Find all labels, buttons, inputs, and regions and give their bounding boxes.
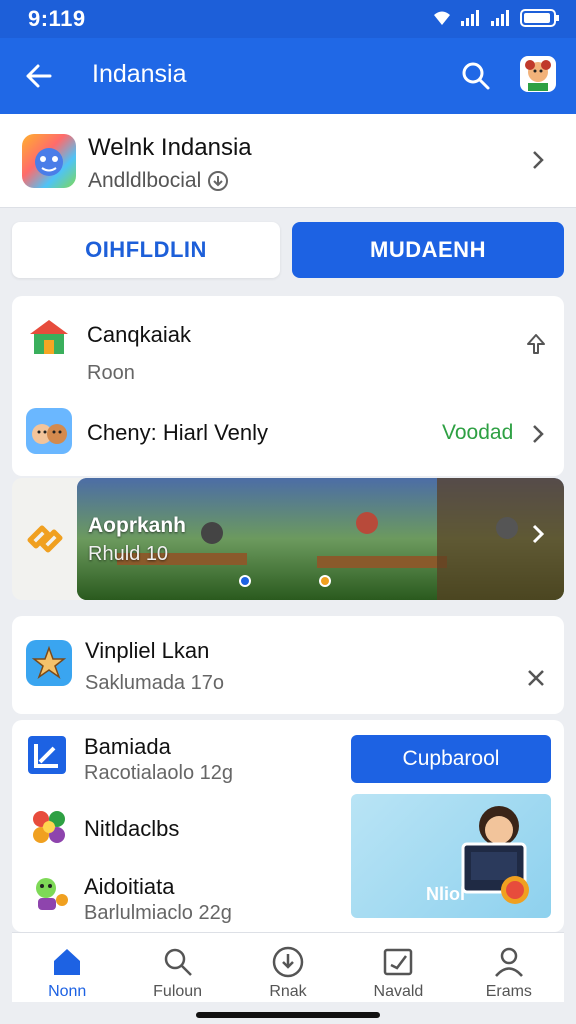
list-item-title: Aidoitiata <box>84 874 175 899</box>
star-badge-icon <box>26 640 72 686</box>
list-item-subtitle: Racotialaolo 12g <box>84 762 233 784</box>
nav-item-download[interactable]: Rnak <box>233 933 343 1002</box>
app-header-title: Welnk Indansia <box>88 134 252 161</box>
profile-icon <box>494 947 523 977</box>
status-bar: 9:119 <box>0 0 576 38</box>
banner-card[interactable] <box>12 478 564 600</box>
app-header-subtitle-text: Andldlbocial <box>88 169 202 192</box>
banner-image <box>77 478 564 600</box>
nav-item-search[interactable]: Fuloun <box>122 933 232 1002</box>
status-icons <box>432 8 560 28</box>
close-icon[interactable] <box>524 666 548 690</box>
edit-icon <box>384 948 413 976</box>
character-icon <box>26 870 72 916</box>
list-item-title: Nitldaclbs <box>84 816 180 841</box>
list-card-1: Canqkaiak Roon Cheny: Hiarl Venly Voodad <box>12 296 564 476</box>
nav-item-profile[interactable]: Erams <box>454 933 564 1002</box>
chevron-right-icon <box>533 151 544 169</box>
status-time: 9:119 <box>28 6 86 31</box>
nav-label: Nonn <box>48 983 87 1000</box>
wifi-icon <box>434 11 450 25</box>
download-circle-icon <box>208 171 229 191</box>
app-bar: Indansia <box>0 38 576 114</box>
app-header-subtitle: Andldlbocial <box>88 169 229 193</box>
home-indicator[interactable] <box>196 1012 380 1018</box>
search-icon <box>164 948 192 976</box>
chevron-right-icon[interactable] <box>526 422 550 446</box>
list-item-title: Bamiada <box>84 734 171 759</box>
chevron-right-icon[interactable] <box>526 522 550 546</box>
app-header-card[interactable]: Welnk Indansia Andldlbocial <box>0 114 576 208</box>
page-title: Indansia <box>92 60 187 88</box>
document-icon <box>28 736 66 774</box>
pin-icon[interactable] <box>524 332 548 356</box>
nav-item-edit[interactable]: Navald <box>343 933 453 1002</box>
avatar-icon[interactable] <box>520 56 556 92</box>
download-icon <box>272 946 304 978</box>
list-item-subtitle: Barlulmiaclo 22g <box>84 902 232 924</box>
search-icon[interactable] <box>458 58 494 94</box>
status-label: Voodad <box>442 421 514 444</box>
back-arrow-icon[interactable] <box>20 58 56 94</box>
chain-link-icon <box>27 525 63 553</box>
list-item-subtitle: Saklumada 17o <box>85 672 224 694</box>
tab-right[interactable]: MUDAENH <box>292 222 564 278</box>
tab-left[interactable]: OIHFLDLIN <box>12 222 280 278</box>
flower-icon <box>26 804 72 850</box>
app-icon <box>22 134 76 188</box>
signal-icon <box>461 10 479 26</box>
list-item-subtitle: Roon <box>87 362 135 384</box>
home-icon <box>54 949 81 975</box>
promo-label: Nliol <box>426 884 465 904</box>
nav-item-home[interactable]: Nonn <box>12 933 122 1002</box>
banner-title: Aoprkanh <box>88 514 187 537</box>
list-item-title: Canqkaiak <box>87 322 191 347</box>
list-item-title: Cheny: Hiarl Venly <box>87 420 268 445</box>
cta-button[interactable]: Cupbarool <box>351 735 551 783</box>
nav-label: Navald <box>373 983 424 1000</box>
battery-icon <box>520 9 559 27</box>
bottom-nav: Nonn Fuloun Rnak Navald Erams <box>12 932 564 1002</box>
nav-label: Rnak <box>269 983 307 1000</box>
signal-icon-2 <box>491 10 509 26</box>
nav-label: Erams <box>485 983 532 1000</box>
banner-subtitle: Rhuld 10 <box>88 543 169 565</box>
house-icon <box>26 314 72 360</box>
nav-label: Fuloun <box>153 983 203 1000</box>
cartoon-icon <box>26 408 72 454</box>
list-item-title: Vinpliel Lkan <box>85 638 210 663</box>
list-card-2[interactable]: Vinpliel Lkan Saklumada 17o <box>12 616 564 714</box>
